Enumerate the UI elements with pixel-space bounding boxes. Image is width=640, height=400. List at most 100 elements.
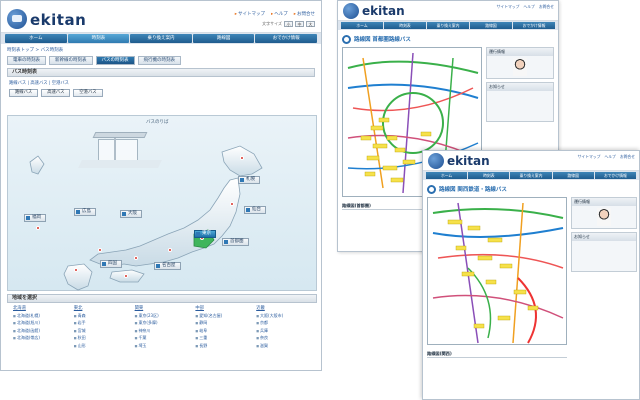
nav-route-map[interactable]: 路線図 — [192, 34, 255, 43]
region-heading[interactable]: 北海道 — [13, 305, 70, 311]
local-bus-button[interactable]: 路線バス — [9, 89, 39, 97]
region-link[interactable]: 岐阜 — [195, 328, 252, 334]
sendai-marker[interactable] — [230, 202, 234, 206]
util-link-sitemap[interactable]: サイトマップ — [235, 11, 265, 17]
tab-shinkansen[interactable]: 新幹線の時刻表 — [49, 56, 93, 65]
util-link-sitemap[interactable]: サイトマップ — [497, 4, 520, 10]
region-link[interactable]: 兵庫 — [256, 328, 313, 334]
nav-transfer[interactable]: 乗り換え案内 — [130, 34, 192, 43]
region-link[interactable]: 滋賀 — [256, 343, 313, 349]
region-link[interactable]: 北海道(函館) — [13, 328, 70, 334]
region-link[interactable]: 愛知(名古屋) — [195, 313, 252, 319]
region-heading[interactable]: 中部 — [195, 305, 252, 311]
nav-outing[interactable]: おでかけ情報 — [255, 34, 317, 43]
region-link[interactable]: 東京(23区) — [135, 313, 192, 319]
nav-timetable[interactable]: 時刻表 — [468, 172, 510, 179]
city-label-sendai[interactable]: 仙台 — [244, 206, 266, 214]
region-link[interactable]: 東京(多摩) — [135, 320, 192, 326]
nav-route-map[interactable]: 路線図 — [552, 172, 594, 179]
ekitan-logo-icon[interactable] — [7, 9, 27, 29]
ekitan-logo-icon[interactable] — [343, 3, 359, 19]
shikoku-marker[interactable] — [124, 274, 128, 278]
city-label-fukuoka[interactable]: 福岡 — [24, 214, 46, 222]
nav-transfer[interactable]: 乗り換え案内 — [510, 172, 552, 179]
region-link[interactable]: 岩手 — [74, 320, 131, 326]
region-link[interactable]: 山形 — [74, 343, 131, 349]
brand-name[interactable]: ekitan — [30, 11, 86, 29]
osaka-marker[interactable] — [134, 256, 138, 260]
region-heading[interactable]: 関東 — [135, 305, 192, 311]
region-link[interactable]: 神奈川 — [135, 328, 192, 334]
region-link[interactable]: 三重 — [195, 335, 252, 341]
nav-home[interactable]: ホーム — [426, 172, 468, 179]
nav-timetable[interactable]: 時刻表 — [384, 22, 426, 29]
city-label-shikoku[interactable]: 四国 — [100, 260, 122, 268]
tab-train[interactable]: 電車の時刻表 — [7, 56, 46, 65]
breadcrumb[interactable]: 時刻表トップ > バス時刻表 — [1, 44, 321, 56]
util-link-contact[interactable]: お問合せ — [294, 11, 315, 17]
city-label-shutoken[interactable]: 首都圏 — [222, 238, 249, 246]
region-link[interactable]: 長野 — [195, 343, 252, 349]
airport-bus-button[interactable]: 空港バス — [73, 89, 103, 97]
japan-map: バスのりば 札幌 仙台 首都圏 東京 名古屋 大阪 広島 福岡 四国 — [7, 115, 317, 291]
util-link-help[interactable]: ヘルプ — [271, 11, 288, 17]
tab-bus[interactable]: バスの時刻表 — [95, 56, 135, 65]
fukuoka-marker[interactable] — [74, 268, 78, 272]
city-label-osaka[interactable]: 大阪 — [120, 210, 142, 218]
util-link-help[interactable]: ヘルプ — [604, 154, 615, 160]
global-nav: ホーム 時刻表 乗り換え案内 路線図 おでかけ情報 — [338, 21, 558, 30]
bus-type-links[interactable]: 路線バス | 高速バス | 空港バス — [1, 77, 321, 89]
hiroshima-marker[interactable] — [98, 248, 102, 252]
brand-name[interactable]: ekitan — [447, 154, 490, 168]
region-link[interactable]: 北海道(札幌) — [13, 313, 70, 319]
utility-links: サイトマップ ヘルプ お問合せ — [578, 154, 635, 160]
nav-home[interactable]: ホーム — [341, 22, 383, 29]
region-heading[interactable]: 近畿 — [256, 305, 313, 311]
brand-name[interactable]: ekitan — [362, 4, 405, 18]
nav-route-map[interactable]: 路線図 — [470, 22, 512, 29]
font-size-small-button[interactable]: 小 — [284, 21, 293, 27]
region-link[interactable]: 北海道(旭川) — [13, 320, 70, 326]
util-link-contact[interactable]: お問合せ — [539, 4, 554, 10]
region-link[interactable]: 千葉 — [135, 335, 192, 341]
city-label-sapporo[interactable]: 札幌 — [238, 176, 260, 184]
region-link[interactable]: 北海道(帯広) — [13, 335, 70, 341]
site-header: ekitan サイトマップ ヘルプ お問合せ — [423, 151, 639, 171]
nav-outing[interactable]: おでかけ情報 — [513, 22, 555, 29]
city-label-hiroshima[interactable]: 広島 — [74, 208, 96, 216]
region-link[interactable]: 大阪(大阪市) — [256, 313, 313, 319]
font-size-medium-button[interactable]: 中 — [295, 21, 304, 27]
sidebar-box-status: 運行情報 — [486, 47, 554, 79]
west-marker[interactable] — [36, 226, 40, 230]
region-heading[interactable]: 東北 — [74, 305, 131, 311]
highway-bus-button[interactable]: 高速バス — [41, 89, 71, 97]
route-map-image[interactable] — [427, 197, 567, 345]
nav-home[interactable]: ホーム — [5, 34, 67, 43]
sidebar: 運行情報 お知らせ — [571, 197, 637, 272]
nav-outing[interactable]: おでかけ情報 — [594, 172, 637, 179]
region-link[interactable]: 秋田 — [74, 335, 131, 341]
ekitan-logo-icon[interactable] — [428, 153, 444, 169]
tab-flight[interactable]: 飛行機の時刻表 — [137, 56, 181, 65]
font-size-control: 文字サイズ 小 中 大 — [262, 21, 315, 27]
city-label-tokyo[interactable]: 東京 — [194, 230, 216, 238]
region-link[interactable]: 宮城 — [74, 328, 131, 334]
util-link-sitemap[interactable]: サイトマップ — [578, 154, 601, 160]
bus-type-buttons: 路線バス 高速バス 空港バス — [1, 89, 321, 97]
nav-timetable[interactable]: 時刻表 — [67, 34, 130, 43]
nagoya-marker[interactable] — [168, 248, 172, 252]
utility-links: サイトマップ ヘルプ お問合せ — [497, 4, 554, 10]
util-link-contact[interactable]: お問合せ — [620, 154, 635, 160]
sidebar: 運行情報 お知らせ — [486, 47, 554, 122]
region-link[interactable]: 奈良 — [256, 335, 313, 341]
region-link[interactable]: 青森 — [74, 313, 131, 319]
region-link[interactable]: 京都 — [256, 320, 313, 326]
nav-transfer[interactable]: 乗り換え案内 — [427, 22, 469, 29]
city-label-nagoya[interactable]: 名古屋 — [154, 262, 181, 270]
util-link-help[interactable]: ヘルプ — [523, 4, 534, 10]
font-size-large-button[interactable]: 大 — [306, 21, 315, 27]
region-link[interactable]: 静岡 — [195, 320, 252, 326]
region-link[interactable]: 埼玉 — [135, 343, 192, 349]
sapporo-marker[interactable] — [240, 156, 244, 160]
region-column: 中部 愛知(名古屋) 静岡 岐阜 三重 長野 — [195, 305, 252, 349]
